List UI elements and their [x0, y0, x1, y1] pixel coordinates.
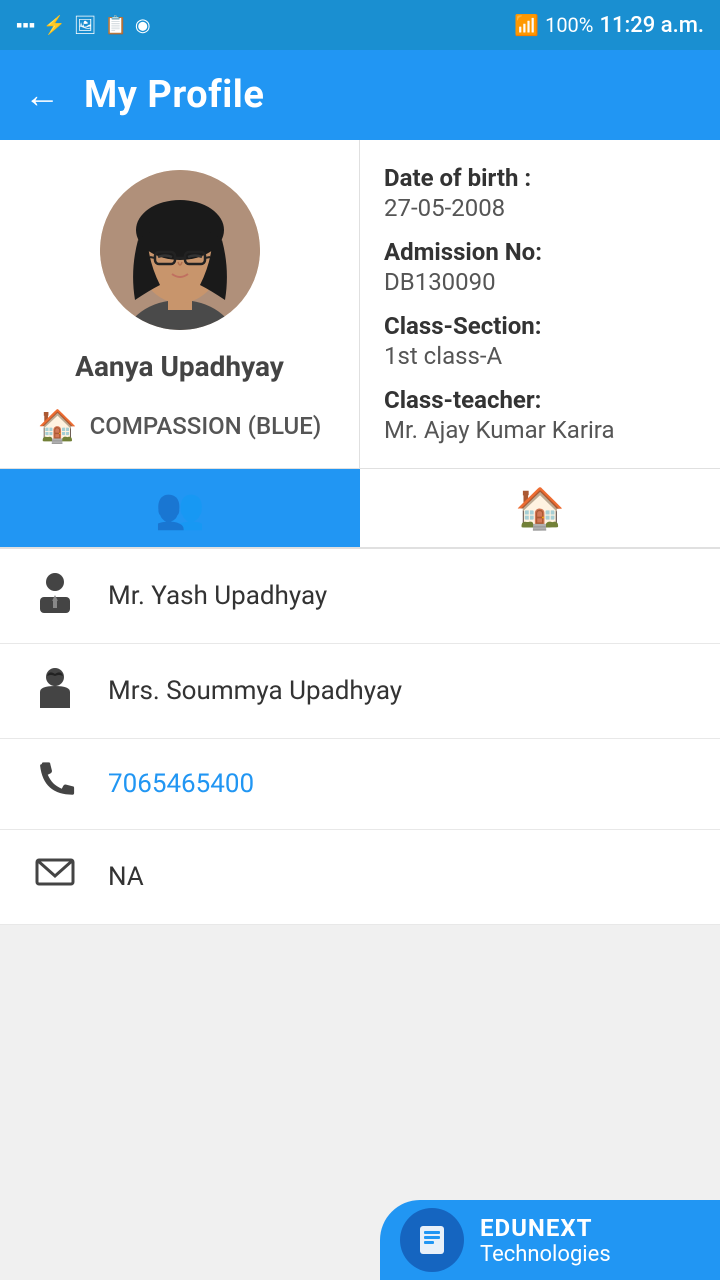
list-item[interactable]: 7065465400 — [0, 739, 720, 830]
brand-name: EDUNEXT — [480, 1214, 611, 1242]
brand-text: EDUNEXT Technologies — [480, 1214, 611, 1267]
brand-icon — [400, 1208, 464, 1272]
teacher-value: Mr. Ajay Kumar Karira — [384, 416, 696, 444]
father-name: Mr. Yash Upadhyay — [108, 581, 327, 611]
family-icon: 👥 — [155, 485, 205, 532]
branding-bar: EDUNEXT Technologies — [380, 1200, 720, 1280]
status-bar: ▪▪▪ ⚡ 🖼 📋 ◉ 📶 100% 11:29 a.m. — [0, 0, 720, 50]
dob-label: Date of birth : — [384, 164, 696, 192]
status-icons-right: 📶 100% 11:29 a.m. — [514, 13, 704, 38]
dob-value: 27-05-2008 — [384, 194, 696, 222]
list-item: Mrs. Soummya Upadhyay — [0, 644, 720, 739]
status-time: 11:29 a.m. — [599, 13, 704, 38]
dob-field: Date of birth : 27-05-2008 — [384, 164, 696, 222]
tab-family[interactable]: 👥 — [0, 469, 360, 547]
house-row: 🏠 COMPASSION (BLUE) — [38, 407, 321, 445]
phone-number[interactable]: 7065465400 — [108, 769, 254, 799]
avatar — [100, 170, 260, 330]
admission-label: Admission No: — [384, 238, 696, 266]
class-value: 1st class-A — [384, 342, 696, 370]
email-icon — [30, 850, 80, 904]
battery-text: 100% — [545, 13, 593, 37]
home-tab-icon: 🏠 — [515, 485, 565, 532]
mother-name: Mrs. Soummya Upadhyay — [108, 676, 402, 706]
student-name: Aanya Upadhyay — [75, 350, 284, 383]
class-field: Class-Section: 1st class-A — [384, 312, 696, 370]
teacher-label: Class-teacher: — [384, 386, 696, 414]
father-icon — [30, 569, 80, 623]
wifi-icon: 📶 — [514, 13, 539, 37]
brand-subtitle: Technologies — [480, 1242, 611, 1267]
contact-list: Mr. Yash Upadhyay Mrs. Soummya Upadhyay … — [0, 549, 720, 925]
tab-bar: 👥 🏠 — [0, 469, 720, 549]
email-value: NA — [108, 862, 144, 892]
status-icons-left: ▪▪▪ ⚡ 🖼 📋 ◉ — [16, 15, 151, 36]
admission-value: DB130090 — [384, 268, 696, 296]
house-label: COMPASSION (BLUE) — [90, 412, 322, 440]
admission-field: Admission No: DB130090 — [384, 238, 696, 296]
list-item: Mr. Yash Upadhyay — [0, 549, 720, 644]
page-title: My Profile — [84, 73, 264, 117]
profile-section: Aanya Upadhyay 🏠 COMPASSION (BLUE) Date … — [0, 140, 720, 469]
tab-home[interactable]: 🏠 — [360, 469, 720, 547]
class-label: Class-Section: — [384, 312, 696, 340]
profile-right-panel: Date of birth : 27-05-2008 Admission No:… — [360, 140, 720, 468]
house-icon: 🏠 — [38, 407, 78, 445]
app-bar: ← My Profile — [0, 50, 720, 140]
profile-left-panel: Aanya Upadhyay 🏠 COMPASSION (BLUE) — [0, 140, 360, 468]
phone-icon — [30, 759, 80, 809]
back-button[interactable]: ← — [24, 74, 60, 116]
teacher-field: Class-teacher: Mr. Ajay Kumar Karira — [384, 386, 696, 444]
mother-icon — [30, 664, 80, 718]
list-item: NA — [0, 830, 720, 925]
